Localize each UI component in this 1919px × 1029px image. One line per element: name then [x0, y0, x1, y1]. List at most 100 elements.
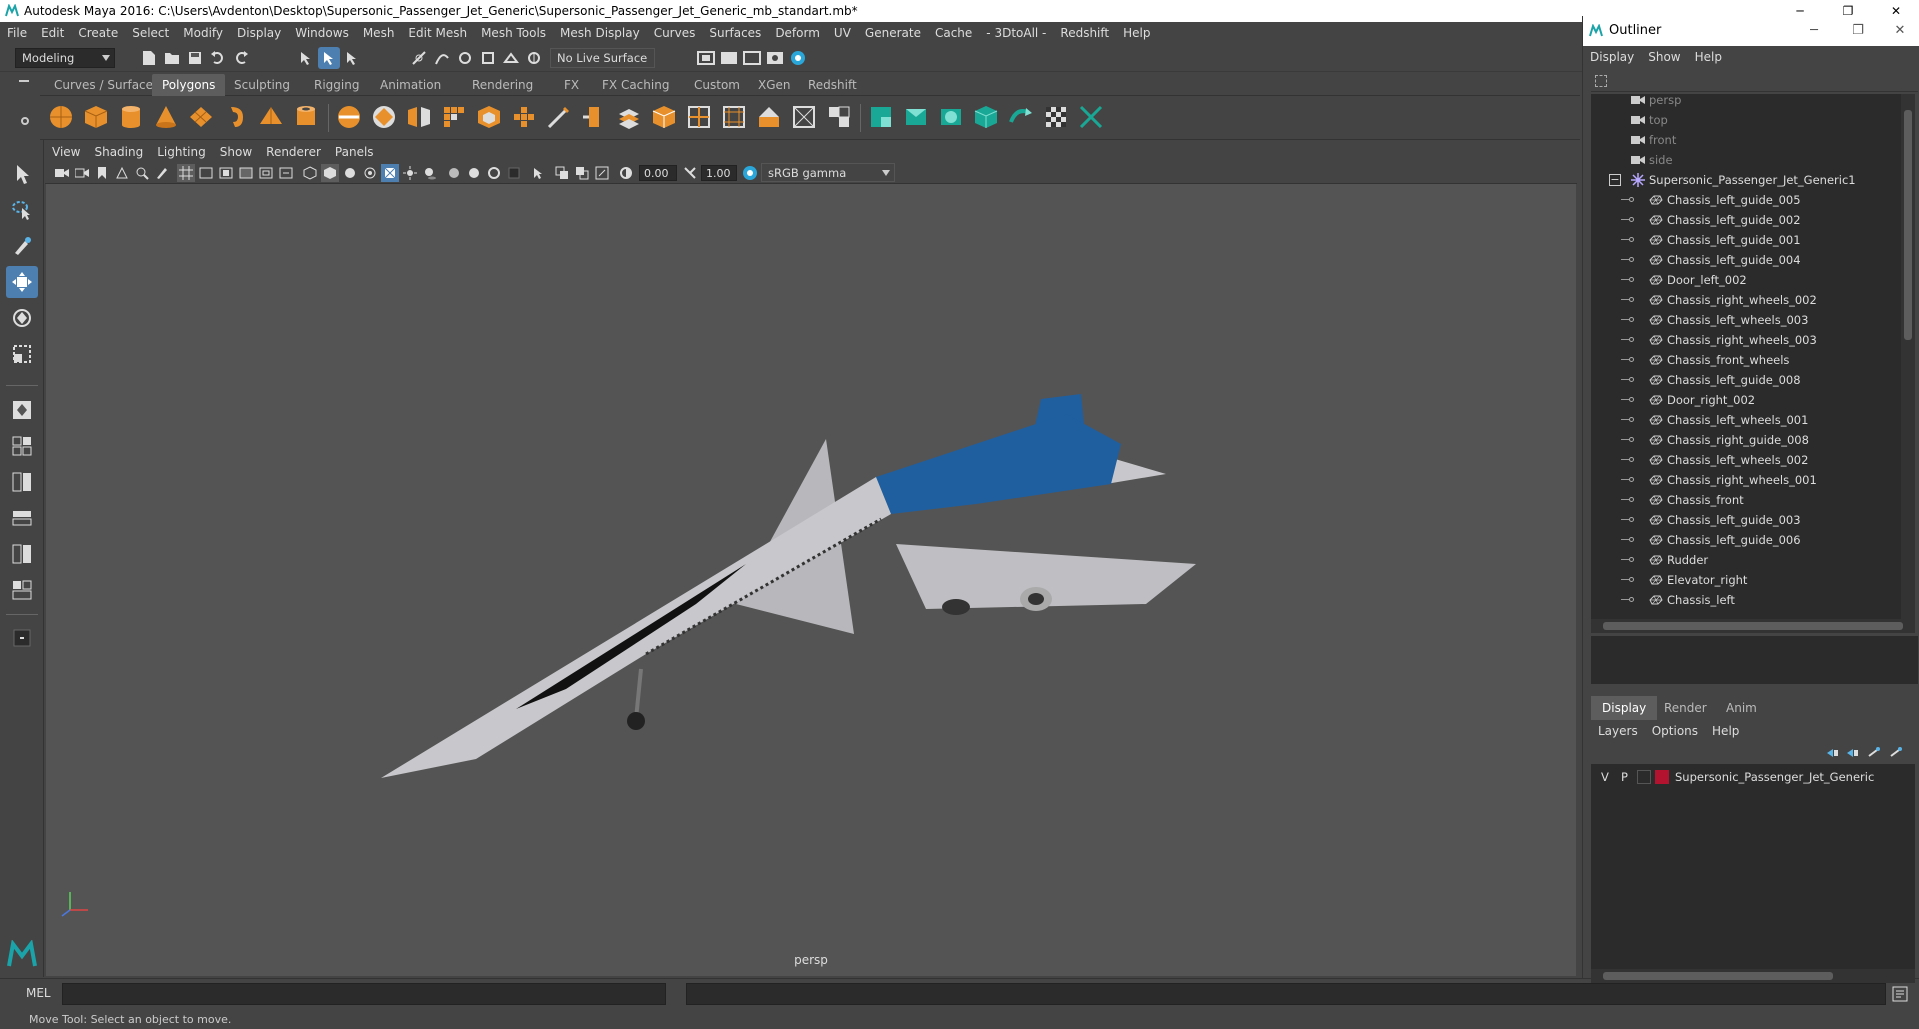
- uv-cylindrical-icon[interactable]: [901, 102, 931, 132]
- shelf-tab-fx[interactable]: FX: [554, 74, 589, 96]
- move-tool-icon[interactable]: [6, 266, 38, 298]
- menu-create[interactable]: Create: [71, 22, 125, 44]
- poly-pipe-icon[interactable]: [291, 102, 321, 132]
- select-component-icon[interactable]: [341, 47, 363, 69]
- outliner-item[interactable]: Chassis_left_guide_006: [1591, 530, 1901, 550]
- outliner-filter-bar[interactable]: [1591, 72, 1918, 92]
- shelf-menu-icon[interactable]: [19, 80, 29, 82]
- smooth-shade-icon[interactable]: [321, 164, 339, 182]
- outliner-item[interactable]: Chassis_right_guide_008: [1591, 430, 1901, 450]
- shelf-tab-rigging[interactable]: Rigging: [304, 74, 369, 96]
- fill-hole-icon[interactable]: [789, 102, 819, 132]
- layer-horizontal-scrollbar[interactable]: [1591, 969, 1915, 983]
- outliner-restore-button[interactable]: ❐: [1843, 16, 1873, 46]
- menu-curves[interactable]: Curves: [647, 22, 703, 44]
- menu-select[interactable]: Select: [125, 22, 176, 44]
- menu-edit[interactable]: Edit: [34, 22, 71, 44]
- poly-torus-icon[interactable]: [221, 102, 251, 132]
- jet-front-wheels[interactable]: [627, 712, 645, 730]
- outliner-item[interactable]: Chassis_left_guide_008: [1591, 370, 1901, 390]
- layer-playback-toggle[interactable]: P: [1621, 766, 1628, 788]
- outliner-horizontal-scrollbar[interactable]: [1591, 619, 1915, 633]
- menu-modify[interactable]: Modify: [176, 22, 230, 44]
- live-surface-field[interactable]: No Live Surface: [550, 48, 655, 68]
- outliner-item[interactable]: Door_right_002: [1591, 390, 1901, 410]
- jet-fuselage-accent[interactable]: [876, 414, 1121, 514]
- wireframe-icon[interactable]: [301, 164, 319, 182]
- select-camera-icon[interactable]: [53, 164, 71, 182]
- menu-file[interactable]: File: [0, 22, 34, 44]
- outliner-camera-persp[interactable]: persp: [1591, 94, 1901, 110]
- outliner-layout-icon[interactable]: [6, 502, 38, 534]
- outliner-item[interactable]: Rudder: [1591, 550, 1901, 570]
- snap-curve-icon[interactable]: [431, 47, 453, 69]
- render-frame-icon[interactable]: [695, 47, 717, 69]
- paint-select-tool-icon[interactable]: [6, 230, 38, 262]
- menu-mesh-tools[interactable]: Mesh Tools: [474, 22, 553, 44]
- anti-aliasing-icon[interactable]: [485, 164, 503, 182]
- outliner-menu-show[interactable]: Show: [1641, 46, 1687, 68]
- outliner-hscroll-thumb[interactable]: [1603, 622, 1903, 630]
- supersonic-jet-model[interactable]: [46, 184, 1576, 976]
- offset-edge-loop-icon[interactable]: [684, 102, 714, 132]
- poly-plane-icon[interactable]: [186, 102, 216, 132]
- menu-set-dropdown[interactable]: Modeling: [15, 48, 115, 68]
- append-polygon-icon[interactable]: [824, 102, 854, 132]
- layer-menu-help[interactable]: Help: [1705, 720, 1746, 742]
- outliner-menu-help[interactable]: Help: [1688, 46, 1729, 68]
- outliner-tree[interactable]: persp top front side − Supersonic_Passenger_J…: [1591, 94, 1901, 619]
- two-pane-side-layout-icon[interactable]: [6, 466, 38, 498]
- move-layer-up-icon[interactable]: [1825, 746, 1839, 760]
- menu-mesh-display[interactable]: Mesh Display: [553, 22, 647, 44]
- color-management-icon[interactable]: [741, 164, 759, 182]
- layer-tab-render[interactable]: Render: [1653, 696, 1718, 720]
- xray-active-icon[interactable]: [573, 164, 591, 182]
- menu-surfaces[interactable]: Surfaces: [702, 22, 768, 44]
- outliner-camera-side[interactable]: side: [1591, 150, 1901, 170]
- layer-row[interactable]: V P Supersonic_Passenger_Jet_Generic: [1591, 766, 1915, 788]
- resolution-gate-icon[interactable]: [217, 164, 235, 182]
- shelf-tab-custom[interactable]: Custom: [684, 74, 750, 96]
- multi-cut-icon[interactable]: [544, 102, 574, 132]
- layer-menu-options[interactable]: Options: [1645, 720, 1705, 742]
- bookmark-icon[interactable]: [93, 164, 111, 182]
- ambient-occlusion-icon[interactable]: [445, 164, 463, 182]
- uv-checker-icon[interactable]: [1041, 102, 1071, 132]
- uv-planar-icon[interactable]: [866, 102, 896, 132]
- gate-mask-icon[interactable]: [237, 164, 255, 182]
- menu-display[interactable]: Display: [230, 22, 288, 44]
- new-layer-icon[interactable]: [1867, 746, 1881, 760]
- outliner-item[interactable]: Chassis_front_wheels: [1591, 350, 1901, 370]
- outliner-item[interactable]: Chassis_left_wheels_003: [1591, 310, 1901, 330]
- wedge-icon[interactable]: [754, 102, 784, 132]
- poly-cone-icon[interactable]: [151, 102, 181, 132]
- uv-spherical-icon[interactable]: [936, 102, 966, 132]
- outliner-close-button[interactable]: ✕: [1885, 16, 1915, 46]
- menu-cache[interactable]: Cache: [928, 22, 979, 44]
- poly-sphere-icon[interactable]: [46, 102, 76, 132]
- outliner-item[interactable]: Chassis_front: [1591, 490, 1901, 510]
- select-tool-icon[interactable]: [6, 158, 38, 190]
- poly-cube-icon[interactable]: [81, 102, 111, 132]
- outliner-vscroll-thumb[interactable]: [1904, 110, 1912, 340]
- field-chart-icon[interactable]: [257, 164, 275, 182]
- new-scene-icon[interactable]: [138, 47, 160, 69]
- jet-main-wheels[interactable]: [942, 599, 970, 615]
- snap-view-icon[interactable]: [477, 47, 499, 69]
- render-view-icon[interactable]: [787, 47, 809, 69]
- save-scene-icon[interactable]: [184, 47, 206, 69]
- combine-icon[interactable]: [334, 102, 364, 132]
- hypershade-layout-icon[interactable]: [6, 574, 38, 606]
- image-plane-icon[interactable]: [113, 164, 131, 182]
- outliner-item[interactable]: Chassis_right_wheels_001: [1591, 470, 1901, 490]
- outliner-item[interactable]: Chassis_left_guide_005: [1591, 190, 1901, 210]
- layer-visibility-toggle[interactable]: V: [1601, 766, 1609, 788]
- menu-3dtoall[interactable]: - 3DtoAll -: [979, 22, 1053, 44]
- shelf-tab-redshift[interactable]: Redshift: [798, 74, 867, 96]
- panel-menu-renderer[interactable]: Renderer: [259, 142, 328, 162]
- layer-tab-anim[interactable]: Anim: [1715, 696, 1768, 720]
- menu-edit-mesh[interactable]: Edit Mesh: [401, 22, 474, 44]
- layer-hscroll-thumb[interactable]: [1603, 972, 1833, 980]
- shelf-tab-xgen[interactable]: XGen: [748, 74, 801, 96]
- four-pane-layout-icon[interactable]: [6, 430, 38, 462]
